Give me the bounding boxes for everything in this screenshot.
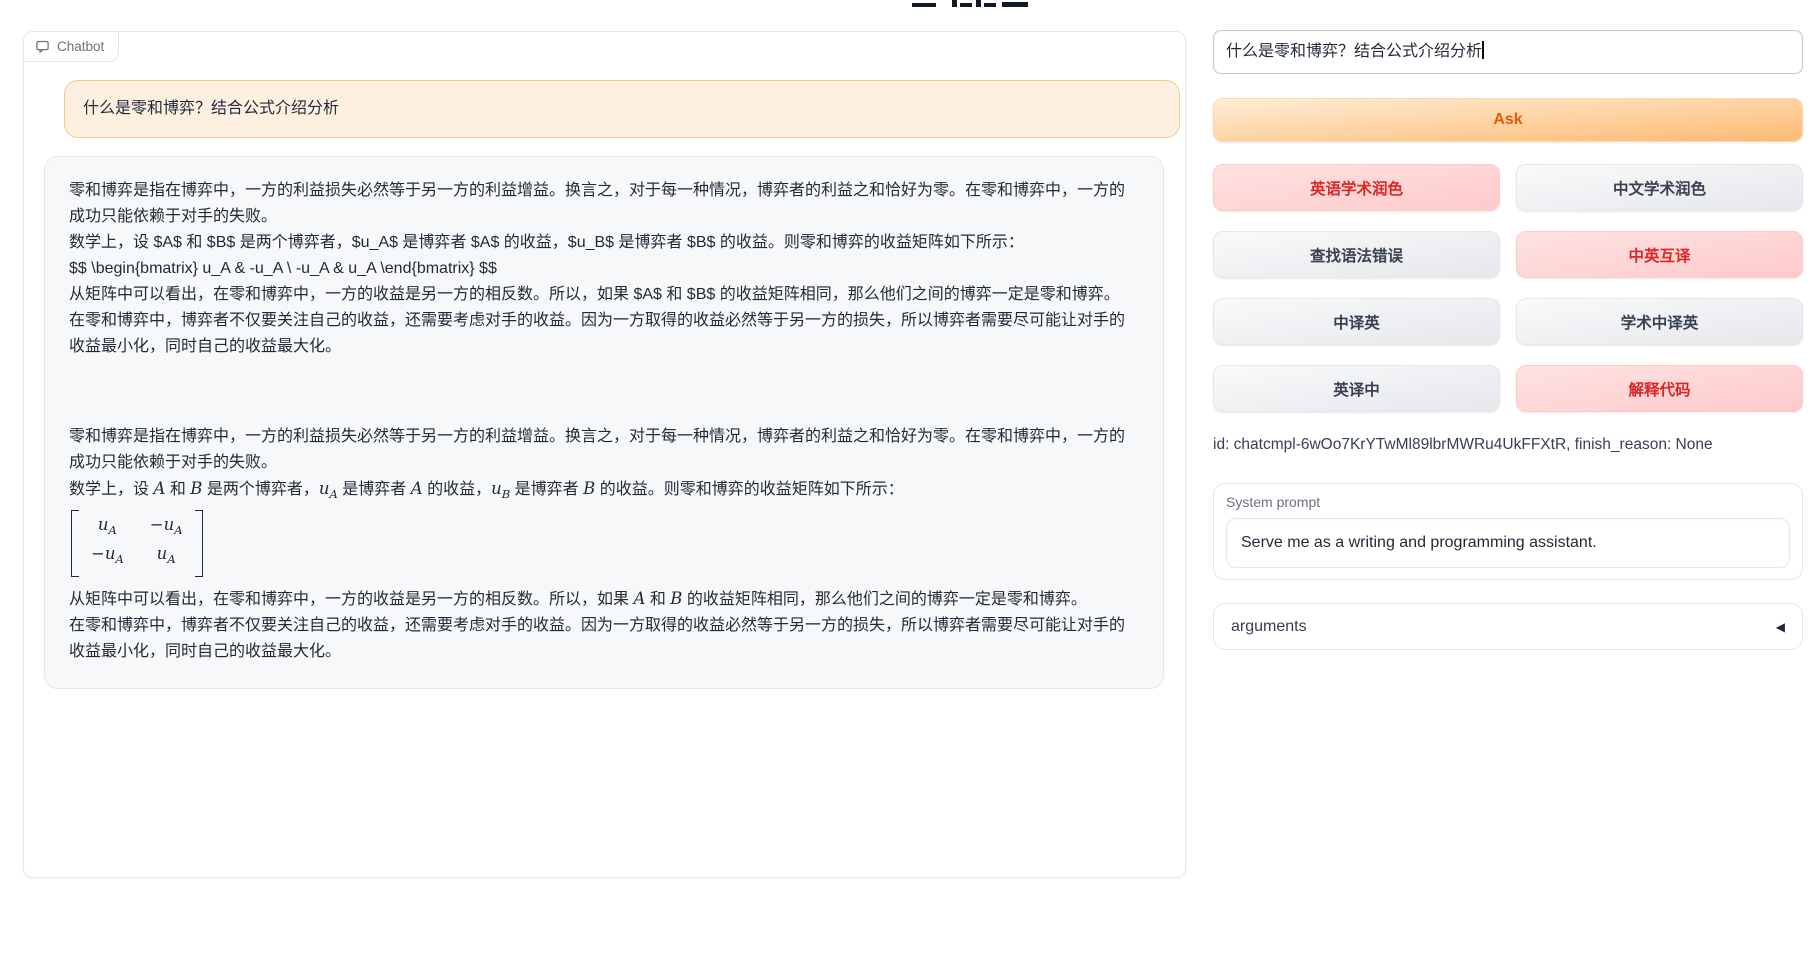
button-chinese-academic-polish[interactable]: 中文学术润色 [1516,164,1803,211]
bot-message-bubble: 零和博弈是指在博弈中，一方的利益损失必然等于另一方的利益增益。换言之，对于每一种… [44,156,1164,689]
arguments-accordion-label: arguments [1231,618,1307,636]
bot-paragraph: 数学上，设 $A$ 和 $B$ 是两个博弈者，$u_A$ 是博弈者 $A$ 的收… [69,230,1139,256]
chat-message-list[interactable]: 什么是零和博弈？结合公式介绍分析 零和博弈是指在博弈中，一方的利益损失必然等于另… [24,32,1185,877]
question-input[interactable]: 什么是零和博弈？结合公式介绍分析 [1213,30,1803,74]
system-prompt-input[interactable]: Serve me as a writing and programming as… [1226,518,1790,568]
system-prompt-value: Serve me as a writing and programming as… [1241,534,1597,551]
matrix-right-bracket [195,510,203,576]
bot-paragraph: 零和博弈是指在博弈中，一方的利益损失必然等于另一方的利益增益。换言之，对于每一种… [69,424,1139,476]
system-prompt-label: System prompt [1226,494,1790,510]
button-english-academic-polish[interactable]: 英语学术润色 [1213,164,1500,211]
accordion-collapsed-icon: ◀ [1776,620,1785,634]
chatbot-panel-label: Chatbot [24,32,119,62]
chatbot-panel: 什么是零和博弈？结合公式介绍分析 零和博弈是指在博弈中，一方的利益损失必然等于另… [23,31,1186,878]
button-chinese-to-english[interactable]: 中译英 [1213,298,1500,345]
bot-paragraph-math: 从矩阵中可以看出，在零和博弈中，一方的收益是另一方的相反数。所以，如果 A 和 … [69,586,1139,613]
matrix-cell: uA [91,513,124,542]
chat-bubble-icon [35,39,50,54]
quick-action-grid: 英语学术润色 中文学术润色 查找语法错误 中英互译 中译英 学术中译英 英译中 … [1213,164,1803,412]
bot-paragraph: 零和博弈是指在博弈中，一方的利益损失必然等于另一方的利益增益。换言之，对于每一种… [69,178,1139,230]
app-page: 什么是零和博弈？结合公式介绍分析 零和博弈是指在博弈中，一方的利益损失必然等于另… [0,0,1814,961]
button-zh-en-mutual-translate[interactable]: 中英互译 [1516,231,1803,278]
bot-paragraph: 在零和博弈中，博弈者不仅要关注自己的收益，还需要考虑对手的收益。因为一方取得的收… [69,613,1139,665]
bot-answer-raw: 零和博弈是指在博弈中，一方的利益损失必然等于另一方的利益增益。换言之，对于每一种… [69,178,1139,360]
chatbot-panel-label-text: Chatbot [57,39,104,54]
ask-button[interactable]: Ask [1213,98,1803,142]
matrix-cell: uA [150,542,183,571]
matrix-cell: −uA [91,542,124,571]
clipped-page-title [912,0,1034,8]
payoff-matrix: uA −uA −uA uA [71,510,203,576]
button-academic-zh-to-en[interactable]: 学术中译英 [1516,298,1803,345]
user-message-text: 什么是零和博弈？结合公式介绍分析 [83,100,339,117]
response-meta-text: id: chatcmpl-6wOo7KrYTwMl89lbrMWRu4UkFFX… [1213,436,1803,454]
question-input-value: 什么是零和博弈？结合公式介绍分析 [1226,43,1482,60]
user-message-bubble: 什么是零和博弈？结合公式介绍分析 [64,80,1180,138]
paragraph-gap [69,360,1139,424]
text-cursor [1482,41,1484,59]
button-explain-code[interactable]: 解释代码 [1516,365,1803,412]
bot-paragraph-math: 数学上，设 A 和 B 是两个博弈者，uA 是博弈者 A 的收益，uB 是博弈者… [69,476,1139,507]
button-english-to-chinese[interactable]: 英译中 [1213,365,1500,412]
system-prompt-block: System prompt Serve me as a writing and … [1213,483,1803,580]
matrix-left-bracket [71,510,79,576]
bot-paragraph-latex-source: $$ \begin{bmatrix} u_A & -u_A \ -u_A & u… [69,256,1139,282]
matrix-cell: −uA [150,513,183,542]
bot-paragraph: 在零和博弈中，博弈者不仅要关注自己的收益，还需要考虑对手的收益。因为一方取得的收… [69,308,1139,360]
bot-paragraph: 从矩阵中可以看出，在零和博弈中，一方的收益是另一方的相反数。所以，如果 $A$ … [69,282,1139,308]
button-find-grammar-errors[interactable]: 查找语法错误 [1213,231,1500,278]
bot-answer-rendered: 零和博弈是指在博弈中，一方的利益损失必然等于另一方的利益增益。换言之，对于每一种… [69,424,1139,665]
arguments-accordion[interactable]: arguments ◀ [1213,603,1803,650]
